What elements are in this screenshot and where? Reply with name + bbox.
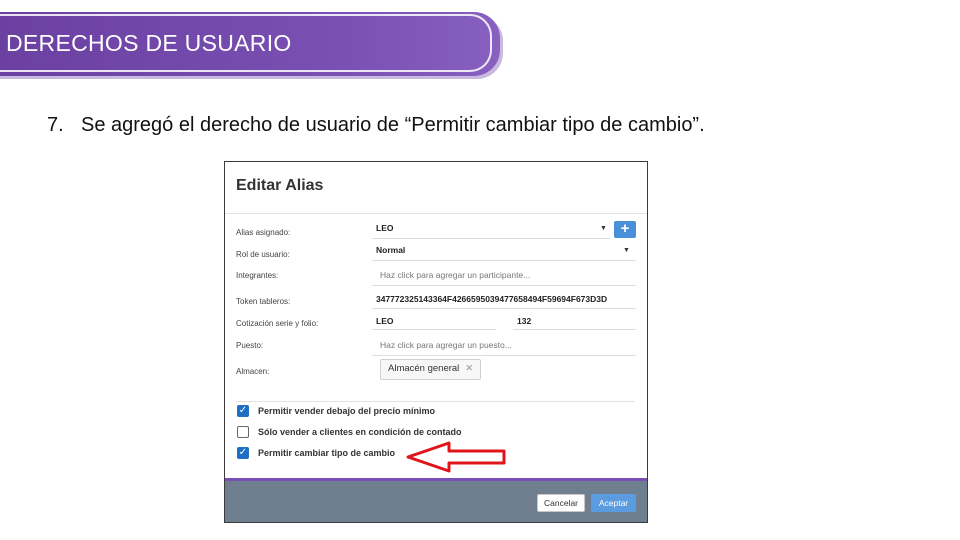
checkbox-solo-contado[interactable] <box>237 426 249 438</box>
dialog-title: Editar Alias <box>236 177 324 194</box>
token-label: Token tableros: <box>236 297 291 306</box>
almacen-label: Almacen: <box>236 367 270 376</box>
point-number: 7. <box>47 114 64 136</box>
token-field[interactable]: 347772325143364F4266595039477658494F5969… <box>376 294 607 304</box>
checkbox-label: Permitir vender debajo del precio mínimo <box>258 406 436 416</box>
accept-button[interactable]: Aceptar <box>591 494 636 512</box>
point-text: Se agregó el derecho de usuario de “Perm… <box>81 114 705 136</box>
puesto-input[interactable]: Haz click para agregar un puesto... <box>380 340 512 350</box>
almacen-tag-label: Almacén general <box>388 363 460 374</box>
chevron-down-icon[interactable]: ▼ <box>600 225 607 232</box>
checkbox-label: Permitir cambiar tipo de cambio <box>258 448 396 458</box>
alias-select[interactable]: LEO <box>376 223 393 233</box>
chevron-down-icon[interactable]: ▼ <box>623 247 630 254</box>
integrantes-label: Integrantes: <box>236 271 279 280</box>
rol-select[interactable]: Normal <box>376 245 405 255</box>
checkbox-permitir-cambiar-tipo-cambio[interactable]: ✓ <box>237 447 249 459</box>
cancel-button[interactable]: Cancelar <box>537 494 585 512</box>
puesto-label: Puesto: <box>236 341 264 350</box>
cotizacion-serie-field[interactable]: LEO <box>376 316 393 326</box>
checkbox-permitir-vender-debajo[interactable]: ✓ <box>237 405 249 417</box>
cotizacion-label: Cotización serie y folio: <box>236 319 319 328</box>
divider <box>225 213 647 214</box>
annotation-arrow-icon <box>406 441 506 473</box>
add-alias-button[interactable]: + <box>614 221 636 238</box>
close-icon[interactable]: ✕ <box>465 363 473 374</box>
rol-label: Rol de usuario: <box>236 250 290 259</box>
alias-label: Alias asignado: <box>236 228 291 237</box>
slide-title: DERECHOS DE USUARIO <box>6 30 292 56</box>
integrantes-input[interactable]: Haz click para agregar un participante..… <box>380 270 530 280</box>
almacen-tag[interactable]: Almacén general ✕ <box>380 359 482 380</box>
divider <box>236 401 635 402</box>
cotizacion-folio-field[interactable]: 132 <box>517 316 531 326</box>
bullet-point: 7. Se agregó el derecho de usuario de “Pe… <box>47 114 705 137</box>
checkbox-label: Sólo vender a clientes en condición de c… <box>258 427 462 437</box>
